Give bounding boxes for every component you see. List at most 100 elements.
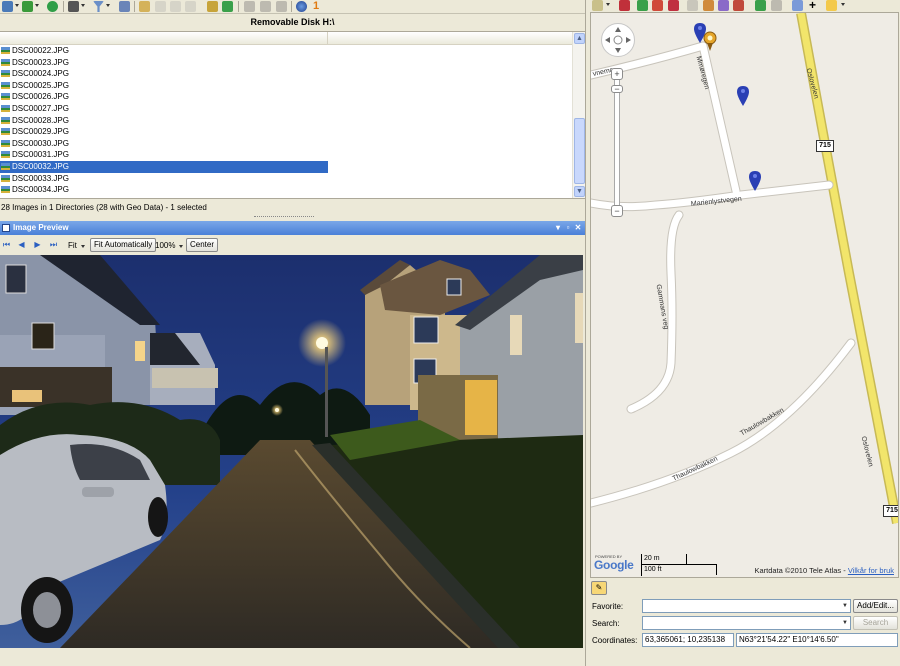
refresh-icon[interactable] — [47, 1, 58, 12]
scroll-up-button[interactable]: ▲ — [574, 33, 585, 44]
image-file-icon — [1, 128, 10, 136]
favorite-select[interactable]: ▼ — [642, 599, 851, 613]
globe-icon[interactable] — [296, 1, 307, 12]
file-row[interactable]: DSC00022.JPG — [0, 45, 328, 57]
file-row[interactable]: DSC00025.JPG — [0, 80, 328, 92]
paste-icon[interactable] — [170, 1, 181, 12]
file-row[interactable]: DSC00033.JPG — [0, 173, 328, 185]
toolbar-separator — [63, 1, 64, 12]
column-header-name[interactable] — [0, 32, 328, 45]
pin-add-icon[interactable] — [637, 0, 648, 11]
export-icon[interactable] — [119, 1, 130, 12]
pin-group-icon[interactable] — [703, 0, 714, 11]
file-name: DSC00026.JPG — [12, 92, 69, 102]
image-file-icon — [1, 93, 10, 101]
save-icon[interactable] — [276, 1, 287, 12]
center-button[interactable]: Center — [186, 238, 219, 252]
zoom-track[interactable] — [614, 79, 620, 211]
chevron-down-icon[interactable] — [81, 4, 85, 7]
chevron-down-icon[interactable] — [15, 4, 19, 7]
previous-image-icon[interactable]: ◀ — [17, 240, 26, 249]
zoom-in-button[interactable]: + — [611, 68, 623, 80]
file-row[interactable]: DSC00031.JPG — [0, 149, 328, 161]
pin-remove-icon[interactable] — [668, 0, 679, 11]
zoom-slider-handle[interactable]: − — [611, 85, 623, 94]
scale-metric: 20 m — [644, 555, 660, 562]
file-row[interactable]: DSC00029.JPG — [0, 126, 328, 138]
scale-bar: 20 m 100 ft — [641, 554, 717, 577]
undo-icon[interactable] — [244, 1, 255, 12]
folder-view-icon[interactable] — [2, 1, 13, 12]
chevron-down-icon[interactable] — [81, 245, 85, 248]
chevron-down-icon[interactable]: ▼ — [840, 617, 850, 629]
search-button[interactable]: Search — [853, 616, 898, 630]
pan-control[interactable] — [601, 23, 635, 57]
favorite-star-icon[interactable] — [826, 0, 837, 11]
edit-pencil-icon[interactable]: ✎ — [591, 581, 607, 595]
chevron-down-icon[interactable] — [606, 3, 610, 6]
comment-map-icon[interactable] — [792, 0, 803, 11]
chevron-down-icon[interactable]: ▼ — [840, 600, 850, 612]
left-pane: 1 Removable Disk H:\ DSC00022.JPG DSC0002… — [0, 0, 585, 666]
chevron-down-icon[interactable] — [841, 3, 845, 6]
chevron-down-icon[interactable] — [179, 245, 183, 248]
add-icon[interactable] — [22, 1, 33, 12]
filter-icon[interactable] — [93, 1, 104, 12]
chevron-down-icon[interactable] — [35, 4, 39, 7]
photo-preview[interactable] — [0, 255, 583, 648]
maximize-icon[interactable]: ▫ — [563, 223, 573, 233]
close-icon[interactable]: ✕ — [573, 223, 583, 233]
tree-icon[interactable] — [222, 1, 233, 12]
image-file-icon — [1, 70, 10, 78]
file-row[interactable]: DSC00026.JPG — [0, 91, 328, 103]
scroll-down-button[interactable]: ▼ — [574, 186, 585, 197]
scroll-thumb[interactable] — [574, 118, 585, 184]
coordinates-decimal-field[interactable]: 63,365061; 10,235138 — [642, 633, 734, 647]
info-icon[interactable]: 1 — [313, 1, 319, 12]
duplicate-icon[interactable] — [185, 1, 196, 12]
file-row[interactable]: DSC00028.JPG — [0, 115, 328, 127]
coordinates-dms-field[interactable]: N63°21'54.22" E10°14'6.50" — [736, 633, 898, 647]
file-row[interactable]: DSC00030.JPG — [0, 138, 328, 150]
pin-red-icon[interactable] — [652, 0, 663, 11]
comment-icon[interactable] — [139, 1, 150, 12]
add-edit-button[interactable]: Add/Edit... — [853, 599, 898, 613]
filter-pin-icon[interactable] — [619, 0, 630, 11]
image-file-icon — [1, 139, 10, 147]
first-image-icon[interactable]: ⏮ — [2, 240, 11, 249]
chevron-down-icon[interactable] — [106, 4, 110, 7]
file-row[interactable]: DSC00032.JPG — [0, 160, 328, 173]
map-type-icon[interactable] — [592, 0, 603, 11]
pin-delete-icon[interactable] — [733, 0, 744, 11]
arrow-left-icon[interactable] — [755, 0, 766, 11]
map-view[interactable]: Oslovelen Oslovelen Marienlystvegen Gamm… — [590, 12, 899, 578]
file-row[interactable]: DSC00027.JPG — [0, 103, 328, 115]
file-row[interactable]: DSC00024.JPG — [0, 68, 328, 80]
arrow-right-icon[interactable] — [771, 0, 782, 11]
crosshair-icon[interactable]: + — [809, 0, 820, 11]
minimize-icon[interactable]: ▾ — [553, 223, 563, 233]
photo-pin-icon[interactable] — [749, 171, 761, 191]
copy-icon[interactable] — [155, 1, 166, 12]
zoom-select[interactable]: 100% — [155, 239, 175, 252]
search-input[interactable]: ▼ — [642, 616, 851, 630]
last-image-icon[interactable]: ⏭ — [49, 240, 58, 249]
splitter-grip[interactable] — [254, 216, 314, 218]
photo-pin-icon[interactable] — [737, 86, 749, 106]
redo-icon[interactable] — [260, 1, 271, 12]
zoom-out-button[interactable]: − — [611, 205, 623, 217]
fit-label[interactable]: Fit — [68, 239, 77, 252]
file-row[interactable]: DSC00023.JPG — [0, 57, 328, 69]
file-list[interactable]: DSC00022.JPG DSC00023.JPG DSC00024.JPG DSC0… — [0, 31, 585, 199]
fit-automatically-button[interactable]: Fit Automatically — [90, 238, 157, 252]
file-row[interactable]: DSC00034.JPG — [0, 184, 328, 196]
cut-icon[interactable] — [687, 0, 698, 11]
terms-link[interactable]: Vilkår for bruk — [848, 566, 894, 575]
pin-link-icon[interactable] — [718, 0, 729, 11]
google-logo[interactable]: Google — [594, 558, 634, 572]
photo-edit-icon[interactable] — [207, 1, 218, 12]
current-location-pin-icon[interactable] — [703, 31, 717, 51]
vertical-scrollbar[interactable]: ▲ ▼ — [572, 32, 585, 198]
next-image-icon[interactable]: ▶ — [33, 240, 42, 249]
print-icon[interactable] — [68, 1, 79, 12]
